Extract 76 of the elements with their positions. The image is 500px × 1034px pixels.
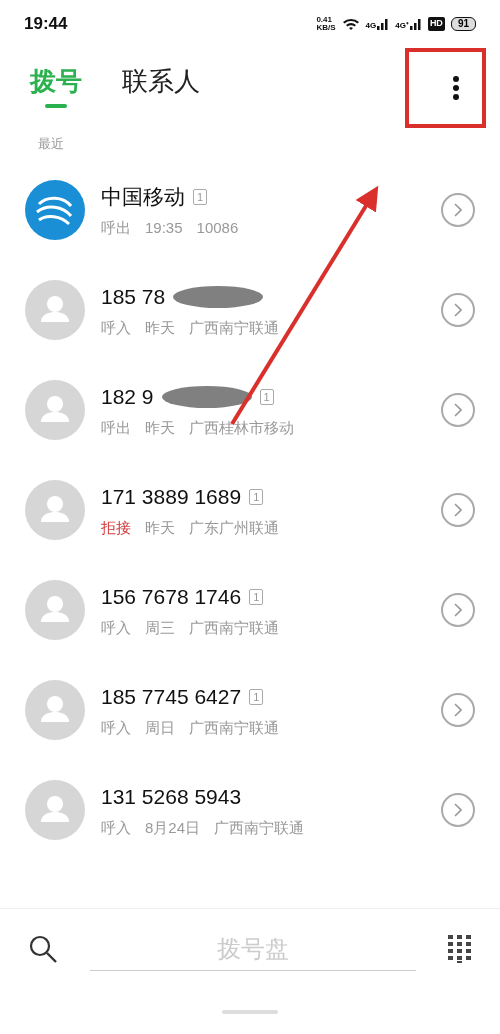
call-detail: 广西桂林市移动 bbox=[189, 417, 294, 438]
call-type: 呼入 bbox=[101, 317, 131, 338]
avatar-icon bbox=[25, 580, 85, 640]
home-indicator bbox=[222, 1009, 278, 1014]
avatar-icon bbox=[25, 680, 85, 740]
caller-name: 185 78 bbox=[101, 284, 166, 310]
call-log-item[interactable]: 185 7745 6427 1 呼入 周日 广西南宁联通 bbox=[0, 660, 500, 760]
wifi-icon bbox=[341, 17, 360, 31]
signal-icon bbox=[409, 18, 422, 30]
call-time: 周日 bbox=[145, 717, 175, 738]
chevron-right-icon bbox=[454, 803, 462, 817]
call-log-item[interactable]: 182 9 1 呼出 昨天 广西桂林市移动 bbox=[0, 360, 500, 460]
call-time: 昨天 bbox=[145, 317, 175, 338]
chevron-right-icon bbox=[454, 703, 462, 717]
chevron-right-icon bbox=[454, 603, 462, 617]
sim-badge: 1 bbox=[193, 188, 208, 205]
avatar-icon bbox=[25, 480, 85, 540]
call-type: 拒接 bbox=[101, 517, 131, 538]
call-time: 周三 bbox=[145, 617, 175, 638]
tab[interactable]: 联系人 bbox=[122, 64, 200, 112]
hd-badge: HD bbox=[427, 17, 445, 31]
call-detail: 广西南宁联通 bbox=[189, 317, 279, 338]
carrier-logo-icon bbox=[25, 180, 85, 240]
call-type: 呼出 bbox=[101, 417, 131, 438]
chevron-right-icon bbox=[454, 503, 462, 517]
call-type: 呼出 bbox=[101, 217, 131, 238]
signal-icon bbox=[377, 18, 390, 30]
caller-name: 171 3889 1689 bbox=[101, 484, 242, 510]
details-button[interactable] bbox=[441, 593, 475, 627]
caller-name: 156 7678 1746 bbox=[101, 584, 242, 610]
call-time: 昨天 bbox=[145, 417, 175, 438]
details-button[interactable] bbox=[441, 293, 475, 327]
call-detail: 10086 bbox=[196, 217, 239, 238]
network-type: 4G⁺ bbox=[395, 22, 409, 30]
call-log-item[interactable]: 156 7678 1746 1 呼入 周三 广西南宁联通 bbox=[0, 560, 500, 660]
call-time: 昨天 bbox=[145, 517, 175, 538]
call-time: 8月24日 bbox=[145, 817, 201, 838]
call-type: 呼入 bbox=[101, 817, 131, 838]
details-button[interactable] bbox=[441, 393, 475, 427]
avatar-icon bbox=[25, 780, 85, 840]
details-button[interactable] bbox=[441, 493, 475, 527]
call-log-item[interactable]: 131 5268 5943 呼入 8月24日 广西南宁联通 bbox=[0, 760, 500, 860]
dialpad-icon[interactable] bbox=[448, 935, 472, 963]
details-button[interactable] bbox=[441, 693, 475, 727]
section-header: 最近 bbox=[38, 135, 64, 154]
clock: 19:44 bbox=[24, 13, 68, 36]
chevron-right-icon bbox=[454, 303, 462, 317]
details-button[interactable] bbox=[441, 193, 475, 227]
call-detail: 广西南宁联通 bbox=[189, 717, 279, 738]
caller-name: 182 9 bbox=[101, 384, 154, 410]
avatar-icon bbox=[25, 380, 85, 440]
caller-name: 131 5268 5943 bbox=[101, 784, 242, 810]
caller-name: 185 7745 6427 bbox=[101, 684, 242, 710]
sim-badge: 1 bbox=[249, 688, 264, 705]
sim-badge: 1 bbox=[259, 388, 274, 405]
call-detail: 广东广州联通 bbox=[189, 517, 279, 538]
search-icon[interactable] bbox=[28, 934, 58, 964]
call-log-item[interactable]: 中国移动 1 呼出 19:35 10086 bbox=[0, 160, 500, 260]
network-speed: 0.41 KB/S bbox=[316, 16, 336, 32]
sim-badge: 1 bbox=[249, 588, 264, 605]
call-type: 呼入 bbox=[101, 717, 131, 738]
sim-badge: 1 bbox=[249, 488, 264, 505]
battery-indicator: 91 bbox=[450, 17, 476, 31]
call-log-item[interactable]: 185 78 呼入 昨天 广西南宁联通 bbox=[0, 260, 500, 360]
call-detail: 广西南宁联通 bbox=[189, 617, 279, 638]
more-icon bbox=[453, 76, 459, 100]
call-log-item[interactable]: 171 3889 1689 1 拒接 昨天 广东广州联通 bbox=[0, 460, 500, 560]
details-button[interactable] bbox=[441, 793, 475, 827]
call-detail: 广西南宁联通 bbox=[214, 817, 305, 838]
chevron-right-icon bbox=[454, 403, 462, 417]
call-time: 19:35 bbox=[145, 217, 183, 238]
caller-name: 中国移动 bbox=[101, 184, 185, 210]
network-type: 4G bbox=[365, 22, 377, 30]
avatar-icon bbox=[25, 280, 85, 340]
call-type: 呼入 bbox=[101, 617, 131, 638]
chevron-right-icon bbox=[454, 203, 462, 217]
